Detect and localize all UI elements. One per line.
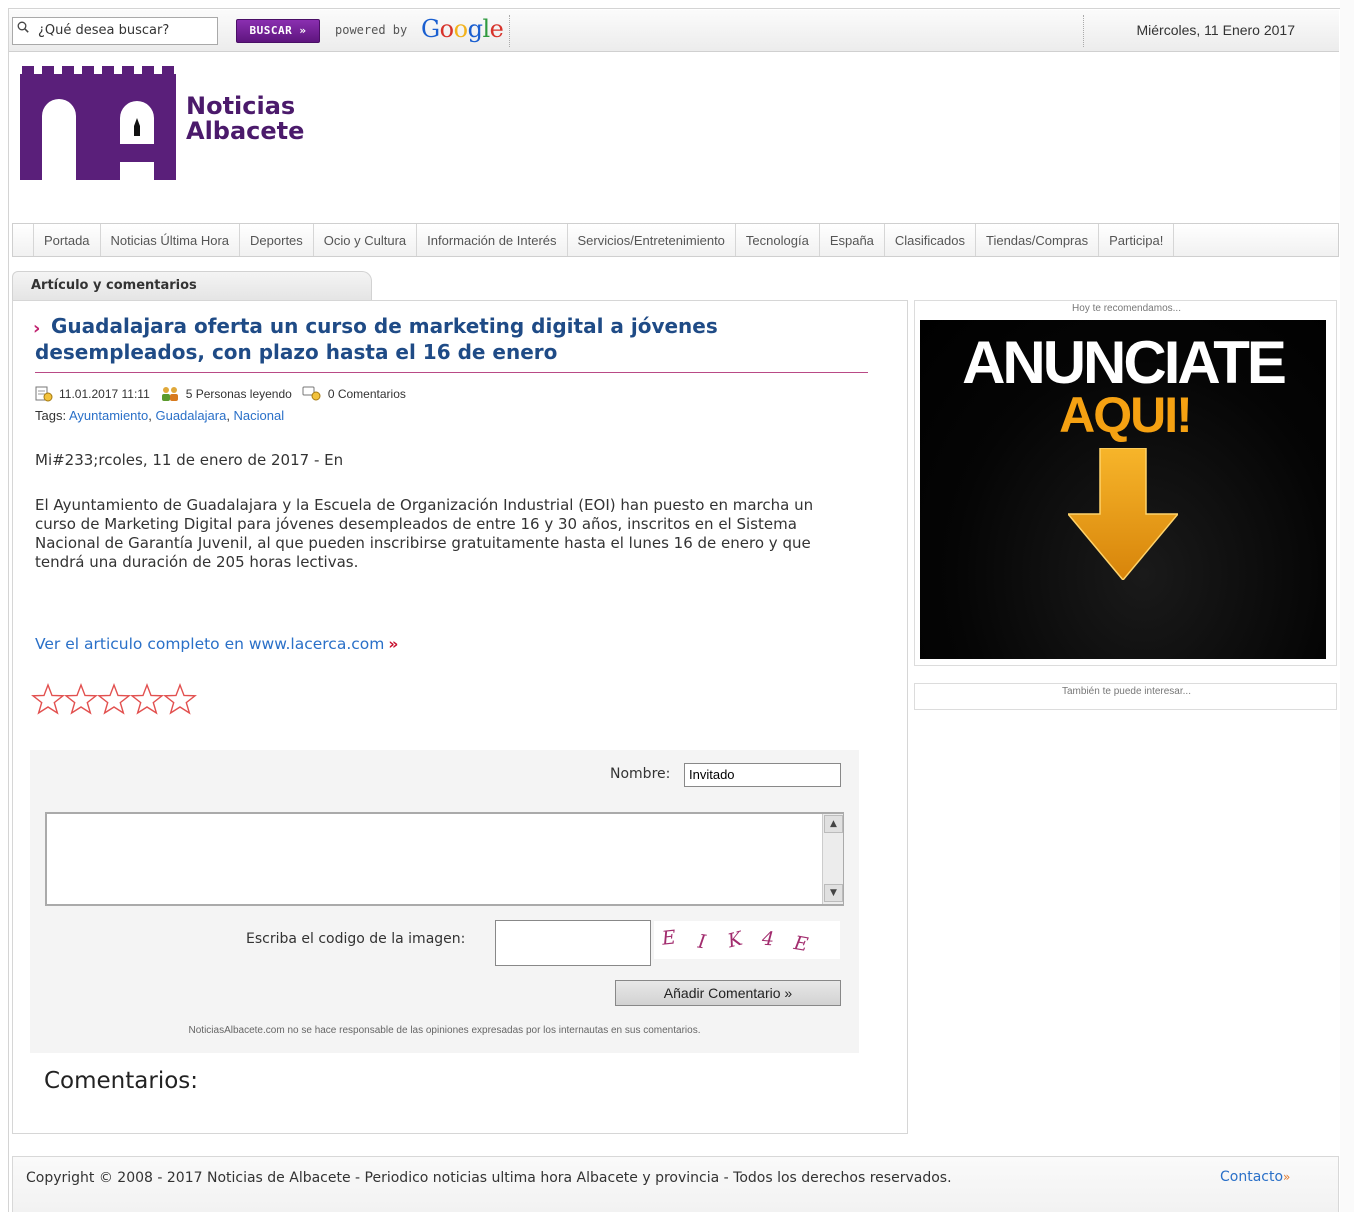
powered-by-label: powered by (335, 23, 408, 37)
captcha-char: 4 (761, 927, 775, 951)
scroll-up-icon[interactable]: ▲ (824, 815, 843, 833)
star-icon[interactable] (163, 683, 197, 715)
search-placeholder: ¿Qué desea buscar? (38, 23, 170, 38)
nav-item-participa[interactable]: Participa! (1099, 224, 1175, 256)
contact-link-text: Contacto (1220, 1169, 1284, 1185)
page-footer: Copyright © 2008 - 2017 Noticias de Alba… (12, 1156, 1339, 1212)
article-body: El Ayuntamiento de Guadalajara y la Escu… (35, 496, 814, 571)
nav-item-clasificados[interactable]: Clasificados (885, 224, 976, 256)
captcha-image: EIK4E (654, 921, 840, 959)
comment-disclaimer: NoticiasAlbacete.com no se hace responsa… (188, 1025, 701, 1036)
nav-item-informaci-n-de-inter-s[interactable]: Información de Interés (417, 224, 568, 256)
google-letter: g (467, 15, 483, 43)
captcha-char: I (696, 930, 708, 954)
full-article-link[interactable]: Ver el articulo completo en www.lacerca.… (35, 635, 398, 653)
title-divider (35, 372, 868, 373)
google-letter: o (453, 15, 468, 43)
article-date-line: Mi#233;rcoles, 11 de enero de 2017 - En (35, 451, 344, 469)
ad-subheadline: AQUI! (1059, 387, 1193, 443)
article-title: Guadalajara oferta un curso de marketing… (35, 314, 718, 364)
tags-label: Tags: (35, 408, 67, 423)
people-icon (161, 387, 178, 401)
search-button[interactable]: BUSCAR » (236, 19, 320, 43)
captcha-char: K (725, 927, 745, 953)
star-icon[interactable] (64, 683, 98, 715)
site-logo-icon[interactable] (20, 66, 176, 180)
comment-textarea[interactable]: ▲ ▼ (45, 812, 844, 906)
nav-item-servicios-entretenimiento[interactable]: Servicios/Entretenimiento (568, 224, 736, 256)
star-icon[interactable] (97, 683, 131, 715)
down-arrow-icon (1068, 448, 1178, 580)
captcha-char: E (660, 926, 677, 950)
full-article-link-text: Ver el articulo completo en www.lacerca.… (35, 635, 385, 653)
meta-datetime: 11.01.2017 11:11 (59, 387, 150, 401)
page-scrollbar[interactable] (1340, 0, 1354, 1212)
contact-arrow-icon: » (1283, 1170, 1291, 1184)
current-date: Miércoles, 11 Enero 2017 (1136, 22, 1296, 38)
meta-comments: 0 Comentarios (302, 386, 406, 402)
tab-article-comments[interactable]: Artículo y comentarios (12, 271, 372, 301)
nav-item-tiendas-compras[interactable]: Tiendas/Compras (976, 224, 1100, 256)
divider (509, 15, 510, 47)
article-tags: Tags: Ayuntamiento, Guadalajara, Naciona… (35, 408, 285, 423)
tag-link[interactable]: Nacional (234, 408, 285, 423)
contact-link[interactable]: Contacto» (1220, 1169, 1290, 1185)
link-arrow-icon: » (388, 635, 399, 653)
captcha-input[interactable] (495, 920, 651, 966)
nav-item-noticias-ltima-hora[interactable]: Noticias Última Hora (101, 224, 241, 256)
tag-link[interactable]: Guadalajara (155, 408, 226, 423)
nav-item-ocio-y-cultura[interactable]: Ocio y Cultura (314, 224, 418, 256)
article-meta: 11.01.2017 11:11 5 Personas leyendo 0 Co… (35, 386, 416, 402)
tag-link[interactable]: Ayuntamiento (69, 408, 148, 423)
captcha-label: Escriba el codigo de la imagen: (246, 931, 466, 947)
meta-readers: 5 Personas leyendo (160, 386, 292, 402)
search-input[interactable]: ¿Qué desea buscar? (12, 17, 218, 45)
star-icon[interactable] (31, 683, 65, 715)
nav-item-deportes[interactable]: Deportes (240, 224, 314, 256)
comments-icon (302, 386, 321, 401)
star-icon[interactable] (130, 683, 164, 715)
meta-readers-text: 5 Personas leyendo (185, 387, 292, 401)
top-bar: ¿Qué desea buscar? BUSCAR » powered by G… (9, 10, 1339, 52)
site-logo-text[interactable]: Noticias Albacete (186, 94, 304, 144)
document-clock-icon (35, 386, 53, 402)
textarea-scrollbar[interactable]: ▲ ▼ (822, 814, 843, 904)
add-comment-button[interactable]: Añadir Comentario » (615, 980, 841, 1006)
comments-heading: Comentarios: (44, 1068, 199, 1094)
logo-line-2: Albacete (186, 117, 305, 145)
nav-item-portada[interactable]: Portada (33, 224, 101, 256)
google-logo: Google (421, 15, 504, 43)
main-nav: Portada Noticias Última Hora Deportes Ocio … (12, 223, 1339, 257)
google-letter: l (482, 15, 490, 43)
advertise-banner[interactable]: ANUNCIATE AQUI! (920, 320, 1326, 659)
name-label: Nombre: (610, 766, 671, 782)
scroll-down-icon[interactable]: ▼ (824, 884, 843, 902)
name-field[interactable]: Invitado (684, 763, 841, 787)
meta-date: 11.01.2017 11:11 (35, 386, 150, 402)
nav-item-tecnolog-a[interactable]: Tecnología (736, 224, 820, 256)
google-letter: G (421, 15, 440, 43)
recommend-label: Hoy te recomendamos... (1072, 303, 1181, 314)
meta-comments-text: 0 Comentarios (327, 387, 406, 401)
captcha-char: E (792, 931, 810, 957)
nav-item-espa-a[interactable]: España (820, 224, 885, 256)
google-letter: e (489, 15, 504, 43)
rating-stars[interactable] (31, 683, 197, 715)
copyright-text: Copyright © 2008 - 2017 Noticias de Alba… (26, 1170, 952, 1186)
google-letter: o (439, 15, 454, 43)
divider (1083, 15, 1084, 47)
related-label: También te puede interesar... (1062, 686, 1191, 697)
search-icon (17, 21, 29, 33)
related-box: También te puede interesar... (914, 683, 1337, 710)
logo-line-1: Noticias (186, 92, 296, 120)
